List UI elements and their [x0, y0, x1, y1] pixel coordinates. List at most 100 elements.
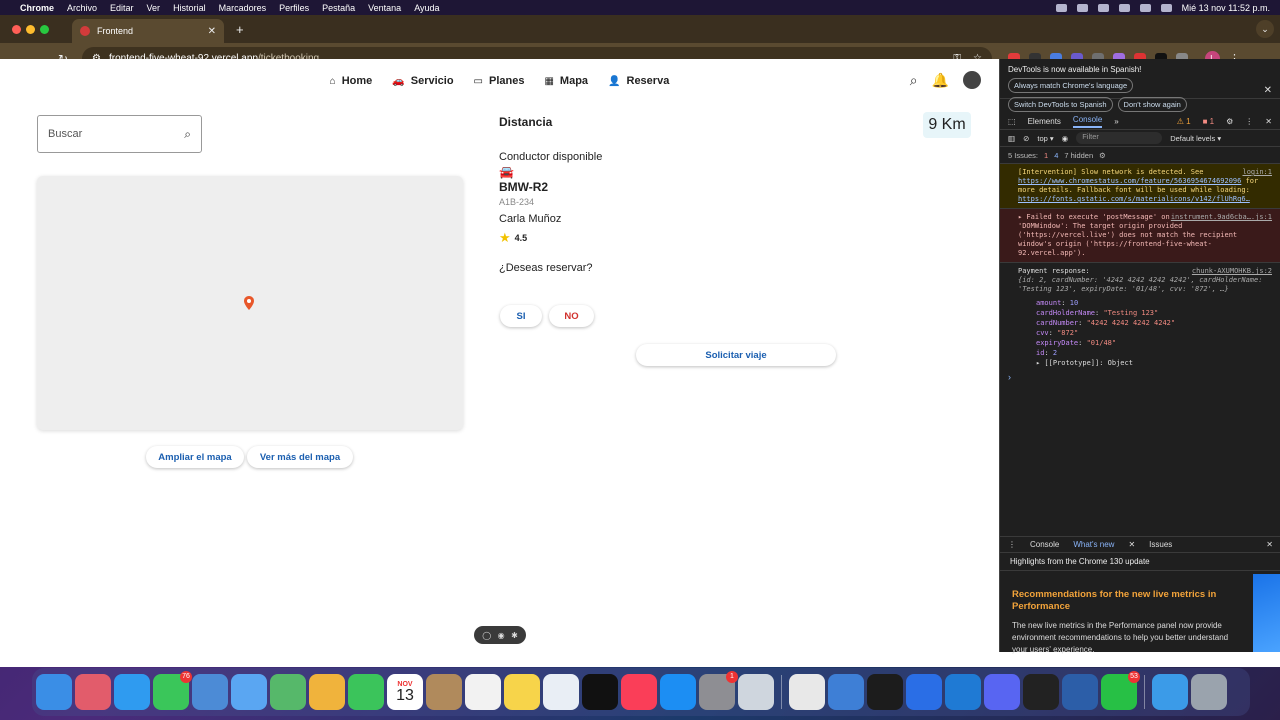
nav-servicio[interactable]: 🚗 Servicio [392, 75, 453, 87]
no-button[interactable]: NO [549, 305, 594, 327]
inspect-icon[interactable]: ⬚ [1008, 117, 1016, 126]
minimize-window-button[interactable] [26, 24, 35, 34]
app-store-icon[interactable] [660, 674, 696, 710]
webstorm-icon[interactable] [1023, 674, 1059, 710]
close-whats-new-icon[interactable]: ✕ [1128, 540, 1135, 549]
warning-count[interactable]: ⚠ 1 [1177, 117, 1191, 126]
drawer-tab-console[interactable]: Console [1030, 540, 1059, 549]
app-icon[interactable] [192, 674, 228, 710]
search-input[interactable]: Buscar ⌕ [37, 115, 202, 153]
console-error-row[interactable]: instrument.9ad6cba….js:1 ▸ Failed to exe… [1000, 209, 1280, 263]
nav-mapa[interactable]: ▦ Mapa [544, 75, 588, 87]
apple-tv-icon[interactable] [582, 674, 618, 710]
console-log-row[interactable]: chunk-AXUMOHKB.js:2 Payment response: {i… [1000, 263, 1280, 298]
see-more-map-button[interactable]: Ver más del mapa [247, 446, 353, 468]
zoom-window-button[interactable] [40, 24, 49, 34]
new-tab-icon[interactable]: + [236, 22, 244, 37]
close-devtools-icon[interactable]: ✕ [1265, 117, 1272, 126]
spotlight-icon[interactable] [1139, 3, 1151, 12]
safari-icon[interactable] [114, 674, 150, 710]
object-field-row[interactable]: expiryDate: "01/48" [1000, 338, 1280, 348]
whats-new-card[interactable]: Recommendations for the new live metrics… [1000, 571, 1240, 656]
discord-icon[interactable] [984, 674, 1020, 710]
console-settings-icon[interactable]: ⚙ [1099, 151, 1106, 160]
iphone-mirroring-icon[interactable] [738, 674, 774, 710]
app-icon[interactable] [906, 674, 942, 710]
nav-planes[interactable]: ▭ Planes [474, 75, 525, 87]
context-selector[interactable]: top ▾ [1037, 134, 1053, 143]
menu-ver[interactable]: Ver [147, 3, 161, 13]
object-summary[interactable]: {id: 2, cardNumber: '4242 4242 4242 4242… [1018, 276, 1272, 294]
messages-icon[interactable]: 76 [153, 671, 192, 710]
eye-icon[interactable]: ◉ [1062, 134, 1069, 143]
browser-tab[interactable]: Frontend ✕ [72, 19, 224, 43]
yes-button[interactable]: SI [500, 305, 542, 327]
menu-editar[interactable]: Editar [110, 3, 134, 13]
facetime-icon[interactable] [348, 674, 384, 710]
issues-message-count[interactable]: 4 [1054, 151, 1058, 160]
menu-marcadores[interactable]: Marcadores [219, 3, 267, 13]
bell-icon[interactable]: 🔔 [932, 72, 949, 89]
settings-gear-icon[interactable]: ⚙ [1226, 117, 1233, 126]
error-count[interactable]: ■ 1 [1203, 117, 1215, 126]
menu-ventana[interactable]: Ventana [368, 3, 401, 13]
tab-search-icon[interactable]: ⌄ [1256, 20, 1274, 38]
chrome-icon[interactable] [789, 674, 825, 710]
more-tabs-icon[interactable]: » [1114, 117, 1118, 126]
app-icon[interactable] [1062, 674, 1098, 710]
menu-clock[interactable]: Mié 13 nov 11:52 p.m. [1182, 3, 1270, 13]
drawer-tab-issues[interactable]: Issues [1149, 540, 1172, 549]
log-source-link[interactable]: chunk-AXUMOHKB.js:2 [1192, 267, 1272, 276]
system-settings-icon[interactable]: 1 [699, 671, 738, 710]
accessibility-icon[interactable]: ✱ [511, 631, 518, 640]
trash-icon[interactable] [1191, 674, 1227, 710]
menu-perfiles[interactable]: Perfiles [279, 3, 309, 13]
downloads-folder-icon[interactable] [1152, 674, 1188, 710]
menu-ayuda[interactable]: Ayuda [414, 3, 439, 13]
object-field-row[interactable]: amount: 10 [1000, 298, 1280, 308]
launchpad-icon[interactable] [75, 674, 111, 710]
control-center-icon[interactable] [1160, 3, 1172, 12]
menu-historial[interactable]: Historial [173, 3, 206, 13]
devtools-menu-icon[interactable]: ⋮ [1245, 117, 1253, 126]
status-icon[interactable] [1055, 3, 1067, 12]
freeform-icon[interactable] [543, 674, 579, 710]
match-language-button[interactable]: Always match Chrome's language [1008, 78, 1134, 93]
whatsapp-icon[interactable]: 53 [1101, 671, 1140, 710]
vercel-toolbar[interactable]: ◯ ◉ ✱ [474, 626, 526, 644]
object-field-row[interactable]: cardHolderName: "Testing 123" [1000, 308, 1280, 318]
object-field-row[interactable]: cvv: "872" [1000, 328, 1280, 338]
mail-icon[interactable] [231, 674, 267, 710]
calendar-icon[interactable]: NOV 13 [387, 674, 423, 710]
prototype-row[interactable]: ▸ [[Prototype]]: Object [1000, 358, 1280, 368]
close-tab-icon[interactable]: ✕ [208, 26, 216, 37]
issues-error-count[interactable]: 1 [1044, 151, 1048, 160]
sidebar-toggle-icon[interactable]: ▥ [1008, 134, 1015, 143]
notes-icon[interactable] [504, 674, 540, 710]
nav-home[interactable]: ⌂ Home [330, 75, 373, 87]
request-trip-button[interactable]: Solicitar viaje [636, 344, 836, 366]
finder-icon[interactable] [36, 674, 72, 710]
console-prompt[interactable]: › [1000, 368, 1280, 386]
map-pin-icon[interactable] [244, 296, 254, 310]
app-icon[interactable] [828, 674, 864, 710]
account-icon[interactable] [963, 71, 981, 89]
issues-label[interactable]: 5 Issues: [1008, 151, 1038, 160]
contacts-icon[interactable] [426, 674, 462, 710]
search-icon[interactable]: ⌕ [184, 127, 191, 142]
reminders-icon[interactable] [465, 674, 501, 710]
drawer-menu-icon[interactable]: ⋮ [1008, 540, 1016, 549]
close-window-button[interactable] [12, 24, 21, 34]
nav-reserva[interactable]: 👤 Reserva [608, 75, 669, 87]
console-warning-row[interactable]: login:1 [Intervention] Slow network is d… [1000, 164, 1280, 209]
status-icon[interactable] [1076, 3, 1088, 12]
switch-spanish-button[interactable]: Switch DevTools to Spanish [1008, 97, 1113, 112]
object-field-row[interactable]: cardNumber: "4242 4242 4242 4242" [1000, 318, 1280, 328]
menu-archivo[interactable]: Archivo [67, 3, 97, 13]
log-link[interactable]: https://fonts.gstatic.com/s/materialicon… [1018, 195, 1250, 203]
wifi-icon[interactable] [1118, 3, 1130, 12]
comment-icon[interactable]: ◯ [482, 631, 491, 640]
dont-show-again-button[interactable]: Don't show again [1117, 97, 1187, 112]
maps-icon[interactable] [270, 674, 306, 710]
close-drawer-icon[interactable]: ✕ [1266, 540, 1273, 549]
